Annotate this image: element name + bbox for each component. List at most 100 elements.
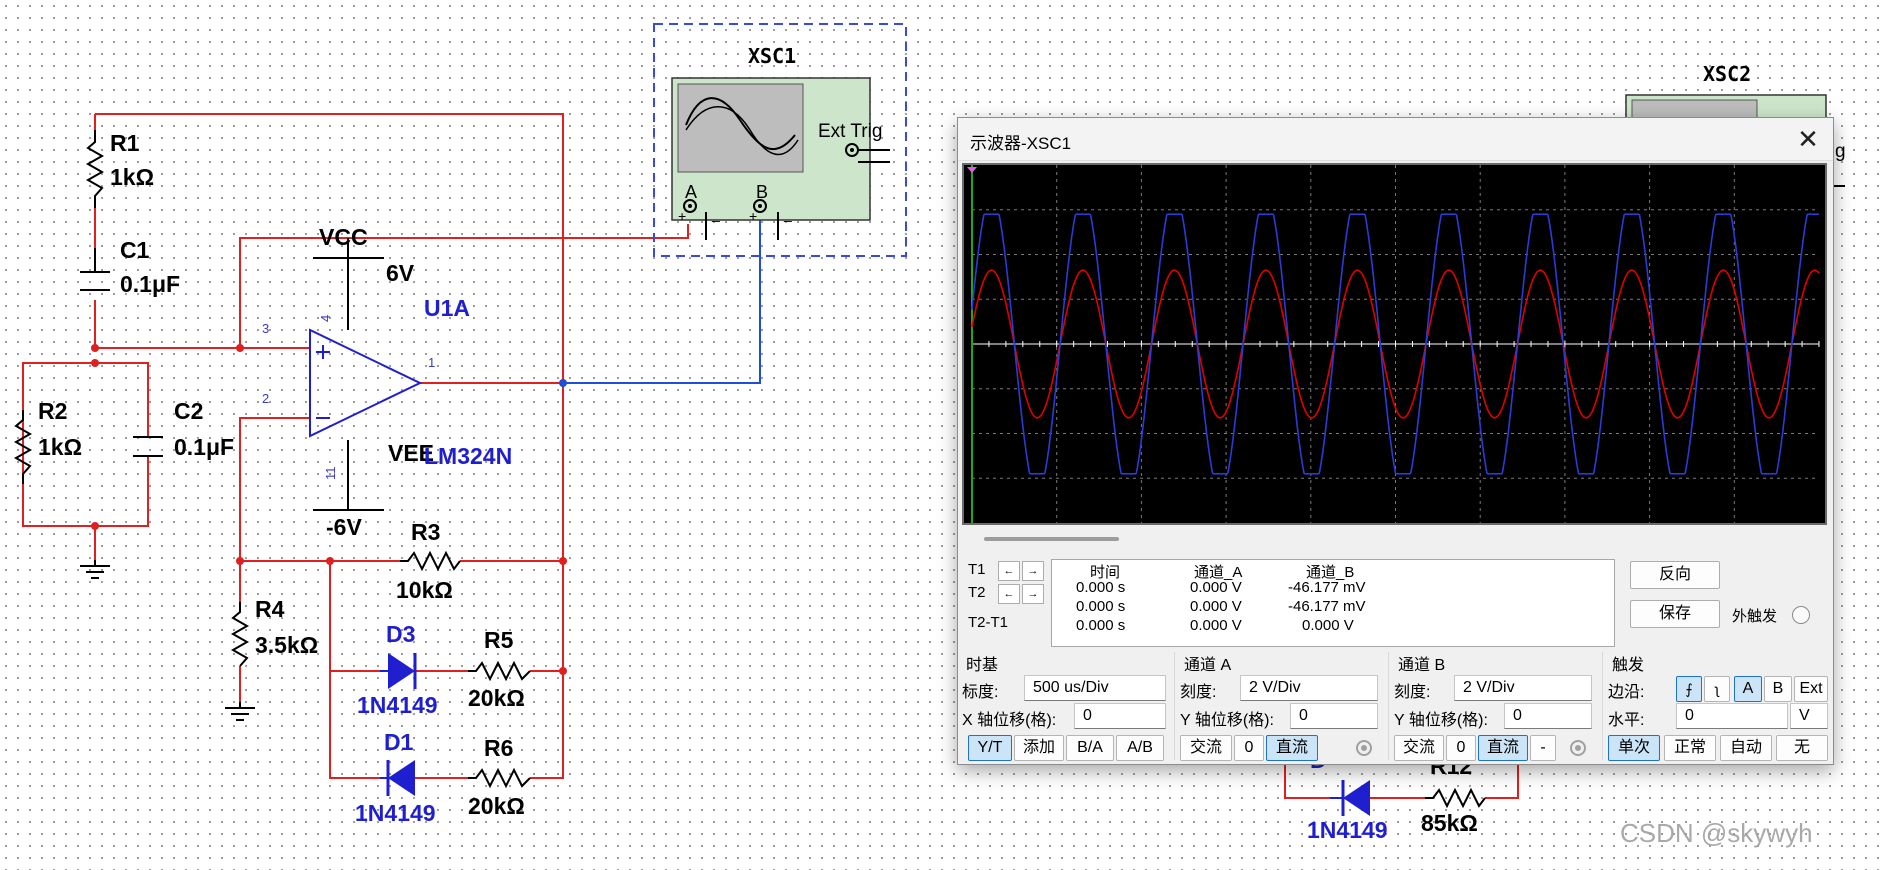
t1-label: T1	[968, 561, 986, 578]
diode-behind	[1330, 780, 1370, 816]
channel-a-dc-button[interactable]: 直流	[1266, 735, 1318, 761]
close-icon[interactable]: ✕	[1793, 124, 1823, 154]
channel-b-invert-button[interactable]: -	[1530, 735, 1556, 761]
channel-b-y-position-field[interactable]: 0	[1504, 703, 1592, 729]
trigger-marker-icon	[967, 167, 977, 173]
t1-right-arrow-icon[interactable]: →	[1022, 561, 1044, 581]
watermark: CSDN @skywyh	[1620, 818, 1813, 848]
separator	[1388, 652, 1389, 760]
separator	[1602, 652, 1603, 760]
c1-value: 0.1μF	[120, 271, 180, 297]
trigger-level-field[interactable]: 0	[1676, 703, 1788, 729]
channel-a-title: 通道 A	[1184, 657, 1232, 674]
opamp-pin-4: 4	[318, 315, 333, 322]
channel-a-radio-icon[interactable]	[1356, 740, 1372, 756]
ext-trigger-radio[interactable]	[1792, 606, 1810, 624]
channel-b-dc-button[interactable]: 直流	[1478, 735, 1528, 761]
oscilloscope-window[interactable]: 示波器-XSC1 ✕ T1 ← → T2 ← → T2-T1 时间 通道_A 通…	[957, 117, 1834, 765]
add-mode-button[interactable]: 添加	[1014, 735, 1064, 761]
t1-left-arrow-icon[interactable]: ←	[998, 561, 1020, 581]
r1-ref: R1	[110, 130, 140, 156]
channel-a-scale-label: 刻度:	[1180, 684, 1217, 701]
channel-b-group: 通道 B 刻度: 2 V/Div Y 轴位移(格): 0 交流 0 直流 -	[1390, 648, 1600, 764]
window-titlebar[interactable]: 示波器-XSC1 ✕	[958, 118, 1833, 161]
trigger-normal-button[interactable]: 正常	[1664, 735, 1716, 761]
channel-b-radio-icon[interactable]	[1570, 740, 1586, 756]
channel-a-scale-field[interactable]: 2 V/Div	[1240, 675, 1378, 701]
channel-b-scale-label: 刻度:	[1394, 684, 1431, 701]
x-position-label: X 轴位移(格):	[962, 712, 1057, 729]
trigger-source-ext-button[interactable]: Ext	[1794, 676, 1828, 702]
channel-b-scale-field[interactable]: 2 V/Div	[1454, 675, 1592, 701]
trigger-single-button[interactable]: 单次	[1608, 735, 1660, 761]
r5-ref: R5	[484, 627, 514, 653]
xsc1-a-plus: +	[678, 208, 686, 224]
d3-part: 1N4149	[357, 692, 438, 718]
display-scrollbar[interactable]	[984, 537, 1119, 541]
reverse-button[interactable]: 反向	[1630, 561, 1720, 589]
row1-channel-b: -46.177 mV	[1288, 579, 1366, 596]
opamp-pin-1: 1	[428, 355, 435, 370]
row3-channel-a: 0.000 V	[1190, 617, 1242, 634]
x-position-field[interactable]: 0	[1074, 703, 1166, 729]
row1-channel-a: 0.000 V	[1190, 579, 1242, 596]
xsc1-a-minus: _	[711, 206, 720, 222]
d1-ref: D1	[384, 729, 414, 755]
channel-a-ac-button[interactable]: 交流	[1180, 735, 1232, 761]
r6-value: 20kΩ	[468, 793, 525, 819]
control-panel: 时基 标度: 500 us/Div X 轴位移(格): 0 Y/T 添加 B/A…	[958, 648, 1833, 764]
diode-d1	[380, 760, 415, 796]
timebase-scale-field[interactable]: 500 us/Div	[1024, 675, 1166, 701]
r2-value: 1kΩ	[38, 434, 82, 460]
ab-mode-button[interactable]: A/B	[1116, 735, 1164, 761]
row2-time: 0.000 s	[1076, 598, 1126, 615]
vee-value: -6V	[326, 514, 362, 540]
xsc1-channel-a: A	[685, 182, 697, 202]
r2-ref: R2	[38, 398, 67, 424]
t2-label: T2	[968, 584, 986, 601]
xsc1-channel-b: B	[756, 182, 768, 202]
falling-edge-icon[interactable]: ʅ	[1704, 676, 1730, 702]
yt-mode-button[interactable]: Y/T	[968, 735, 1012, 761]
scope-display[interactable]	[962, 163, 1827, 525]
c2-ref: C2	[174, 398, 203, 424]
channel-b-title: 通道 B	[1398, 657, 1446, 674]
xsc1-ext-trig: Ext Trig	[818, 121, 882, 142]
t2-left-arrow-icon[interactable]: ←	[998, 584, 1020, 604]
row3-time: 0.000 s	[1076, 617, 1126, 634]
xsc2-ref: XSC2	[1703, 62, 1751, 86]
vcc-label: VCC	[319, 224, 368, 250]
channel-b-zero-button[interactable]: 0	[1446, 735, 1476, 761]
channel-a-y-position-label: Y 轴位移(格):	[1180, 712, 1274, 729]
trigger-none-button[interactable]: 无	[1776, 735, 1828, 761]
trigger-auto-button[interactable]: 自动	[1720, 735, 1772, 761]
timebase-group: 时基 标度: 500 us/Div X 轴位移(格): 0 Y/T 添加 B/A…	[958, 648, 1172, 764]
xsc1-screen-icon	[677, 83, 804, 173]
channel-a-group: 通道 A 刻度: 2 V/Div Y 轴位移(格): 0 交流 0 直流	[1176, 648, 1386, 764]
xsc1-b-minus: _	[783, 206, 792, 222]
row2-channel-a: 0.000 V	[1190, 598, 1242, 615]
separator	[1174, 652, 1175, 760]
row3-channel-b: 0.000 V	[1302, 617, 1354, 634]
row1-time: 0.000 s	[1076, 579, 1126, 596]
waveform-plot	[967, 165, 1820, 523]
channel-b-ac-button[interactable]: 交流	[1394, 735, 1444, 761]
channel-a-y-position-field[interactable]: 0	[1290, 703, 1378, 729]
channel-b-y-position-label: Y 轴位移(格):	[1394, 712, 1488, 729]
c1-ref: C1	[120, 237, 150, 263]
opamp-symbol	[309, 328, 423, 438]
trigger-level-unit[interactable]: V	[1790, 703, 1828, 729]
r4-ref: R4	[255, 596, 285, 622]
ba-mode-button[interactable]: B/A	[1066, 735, 1114, 761]
window-title: 示波器-XSC1	[970, 134, 1072, 153]
t2-right-arrow-icon[interactable]: →	[1022, 584, 1044, 604]
save-button[interactable]: 保存	[1630, 600, 1720, 628]
timebase-title: 时基	[966, 657, 999, 674]
trigger-source-a-button[interactable]: A	[1734, 676, 1762, 702]
r3-value: 10kΩ	[396, 577, 453, 603]
channel-a-zero-button[interactable]: 0	[1234, 735, 1264, 761]
d1-part: 1N4149	[355, 800, 436, 826]
rising-edge-icon[interactable]: ⨍	[1676, 676, 1702, 702]
cursor-panel: T1 ← → T2 ← → T2-T1 时间 通道_A 通道_B 0.000 s…	[960, 551, 1820, 651]
trigger-source-b-button[interactable]: B	[1764, 676, 1792, 702]
